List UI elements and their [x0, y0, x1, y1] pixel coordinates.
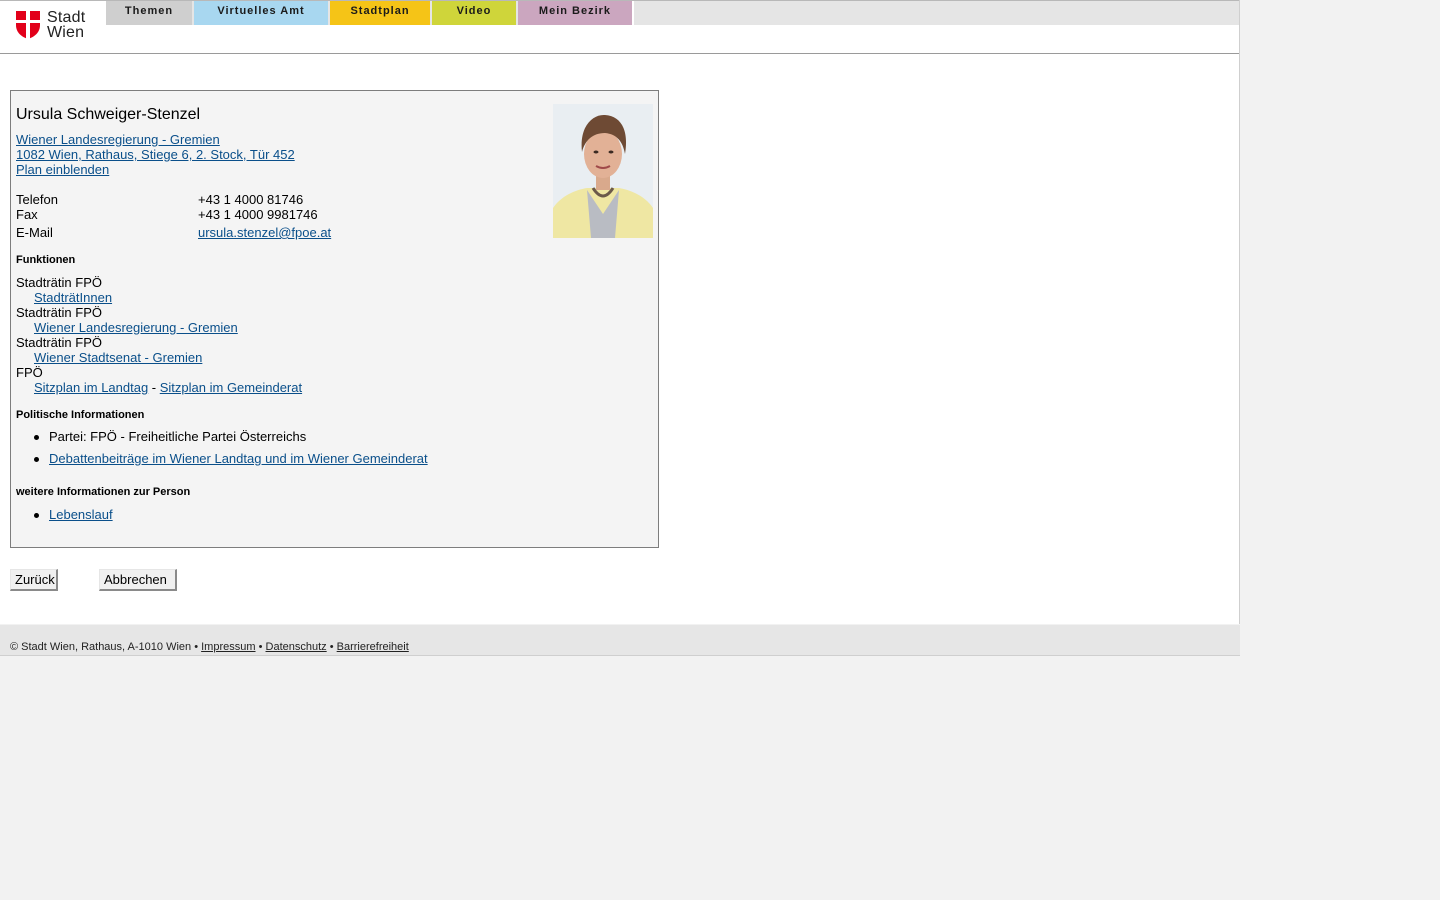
- party-text: Partei: FPÖ - Freiheitliche Partei Öster…: [49, 429, 307, 444]
- function-link-landesregierung[interactable]: Wiener Landesregierung - Gremien: [34, 320, 238, 335]
- function-title: Stadträtin FPÖ: [16, 335, 102, 350]
- function-link-stadtraetinnen[interactable]: StadträtInnen: [34, 290, 112, 305]
- address-link[interactable]: 1082 Wien, Rathaus, Stiege 6, 2. Stock, …: [16, 147, 295, 162]
- email-label: E-Mail: [16, 225, 53, 240]
- functions-heading: Funktionen: [16, 254, 76, 266]
- cv-link[interactable]: Lebenslauf: [49, 507, 113, 522]
- site-footer: © Stadt Wien, Rathaus, A-1010 Wien • Imp…: [0, 625, 1240, 656]
- footer-bullet: •: [194, 641, 199, 653]
- logo-text: Stadt Wien: [47, 9, 86, 41]
- function-title: FPÖ: [16, 365, 43, 380]
- back-button[interactable]: Zurück: [10, 569, 58, 591]
- footer-bullet: •: [329, 641, 334, 653]
- nav-tab-video[interactable]: Video: [432, 1, 516, 25]
- person-address-block: Wiener Landesregierung - Gremien 1082 Wi…: [16, 132, 295, 177]
- person-name: Ursula Schweiger-Stenzel: [16, 106, 201, 123]
- org-link[interactable]: Wiener Landesregierung - Gremien: [16, 132, 220, 147]
- bullet-icon: [34, 513, 39, 518]
- person-card: Ursula Schweiger-Stenzel Wiener Landesre…: [10, 90, 659, 548]
- bullet-icon: [34, 435, 39, 440]
- portrait-image: [553, 104, 653, 238]
- wien-shield-icon: [16, 11, 40, 39]
- plan-link[interactable]: Plan einblenden: [16, 162, 109, 177]
- nav-tab-stadtplan[interactable]: Stadtplan: [330, 1, 430, 25]
- site-header: Stadt Wien Themen Virtuelles Amt Stadtpl…: [0, 0, 1239, 54]
- email-link[interactable]: ursula.stenzel@fpoe.at: [198, 225, 331, 240]
- function-title: Stadträtin FPÖ: [16, 305, 102, 320]
- sitzplan-gemeinderat-link[interactable]: Sitzplan im Gemeinderat: [160, 380, 302, 395]
- footer-bullet: •: [258, 641, 263, 653]
- page: Stadt Wien Themen Virtuelles Amt Stadtpl…: [0, 0, 1240, 624]
- fax-label: Fax: [16, 207, 38, 222]
- logo-line1: Stadt: [47, 9, 86, 26]
- fax-value: +43 1 4000 9981746: [198, 207, 318, 222]
- logo-line2: Wien: [47, 24, 85, 41]
- function-link-stadtsenat[interactable]: Wiener Stadtsenat - Gremien: [34, 350, 202, 365]
- copyright-text: © Stadt Wien, Rathaus, A-1010 Wien: [10, 641, 192, 653]
- sitzplan-landtag-link[interactable]: Sitzplan im Landtag: [34, 380, 148, 395]
- cancel-button[interactable]: Abbrechen: [99, 569, 177, 591]
- phone-label: Telefon: [16, 192, 58, 207]
- nav-tab-mein-bezirk[interactable]: Mein Bezirk: [518, 1, 632, 25]
- impressum-link[interactable]: Impressum: [201, 641, 255, 653]
- debates-link[interactable]: Debattenbeiträge im Wiener Landtag und i…: [49, 451, 428, 466]
- nav-tab-themen[interactable]: Themen: [106, 1, 192, 25]
- footer-text: © Stadt Wien, Rathaus, A-1010 Wien • Imp…: [10, 641, 409, 653]
- further-info-heading: weitere Informationen zur Person: [16, 486, 191, 498]
- barrierefreiheit-link[interactable]: Barrierefreiheit: [337, 641, 409, 653]
- stadt-wien-logo[interactable]: Stadt Wien: [16, 10, 91, 42]
- nav-tab-virtuelles-amt[interactable]: Virtuelles Amt: [194, 1, 328, 25]
- phone-value: +43 1 4000 81746: [198, 192, 304, 207]
- function-title: Stadträtin FPÖ: [16, 275, 102, 290]
- political-heading: Politische Informationen: [16, 409, 145, 421]
- bullet-icon: [34, 457, 39, 462]
- datenschutz-link[interactable]: Datenschutz: [266, 641, 327, 653]
- link-separator: -: [148, 380, 160, 395]
- seating-plan-links: Sitzplan im Landtag - Sitzplan im Gemein…: [34, 380, 302, 395]
- nav-separator: [632, 1, 634, 25]
- person-photo: [553, 104, 653, 238]
